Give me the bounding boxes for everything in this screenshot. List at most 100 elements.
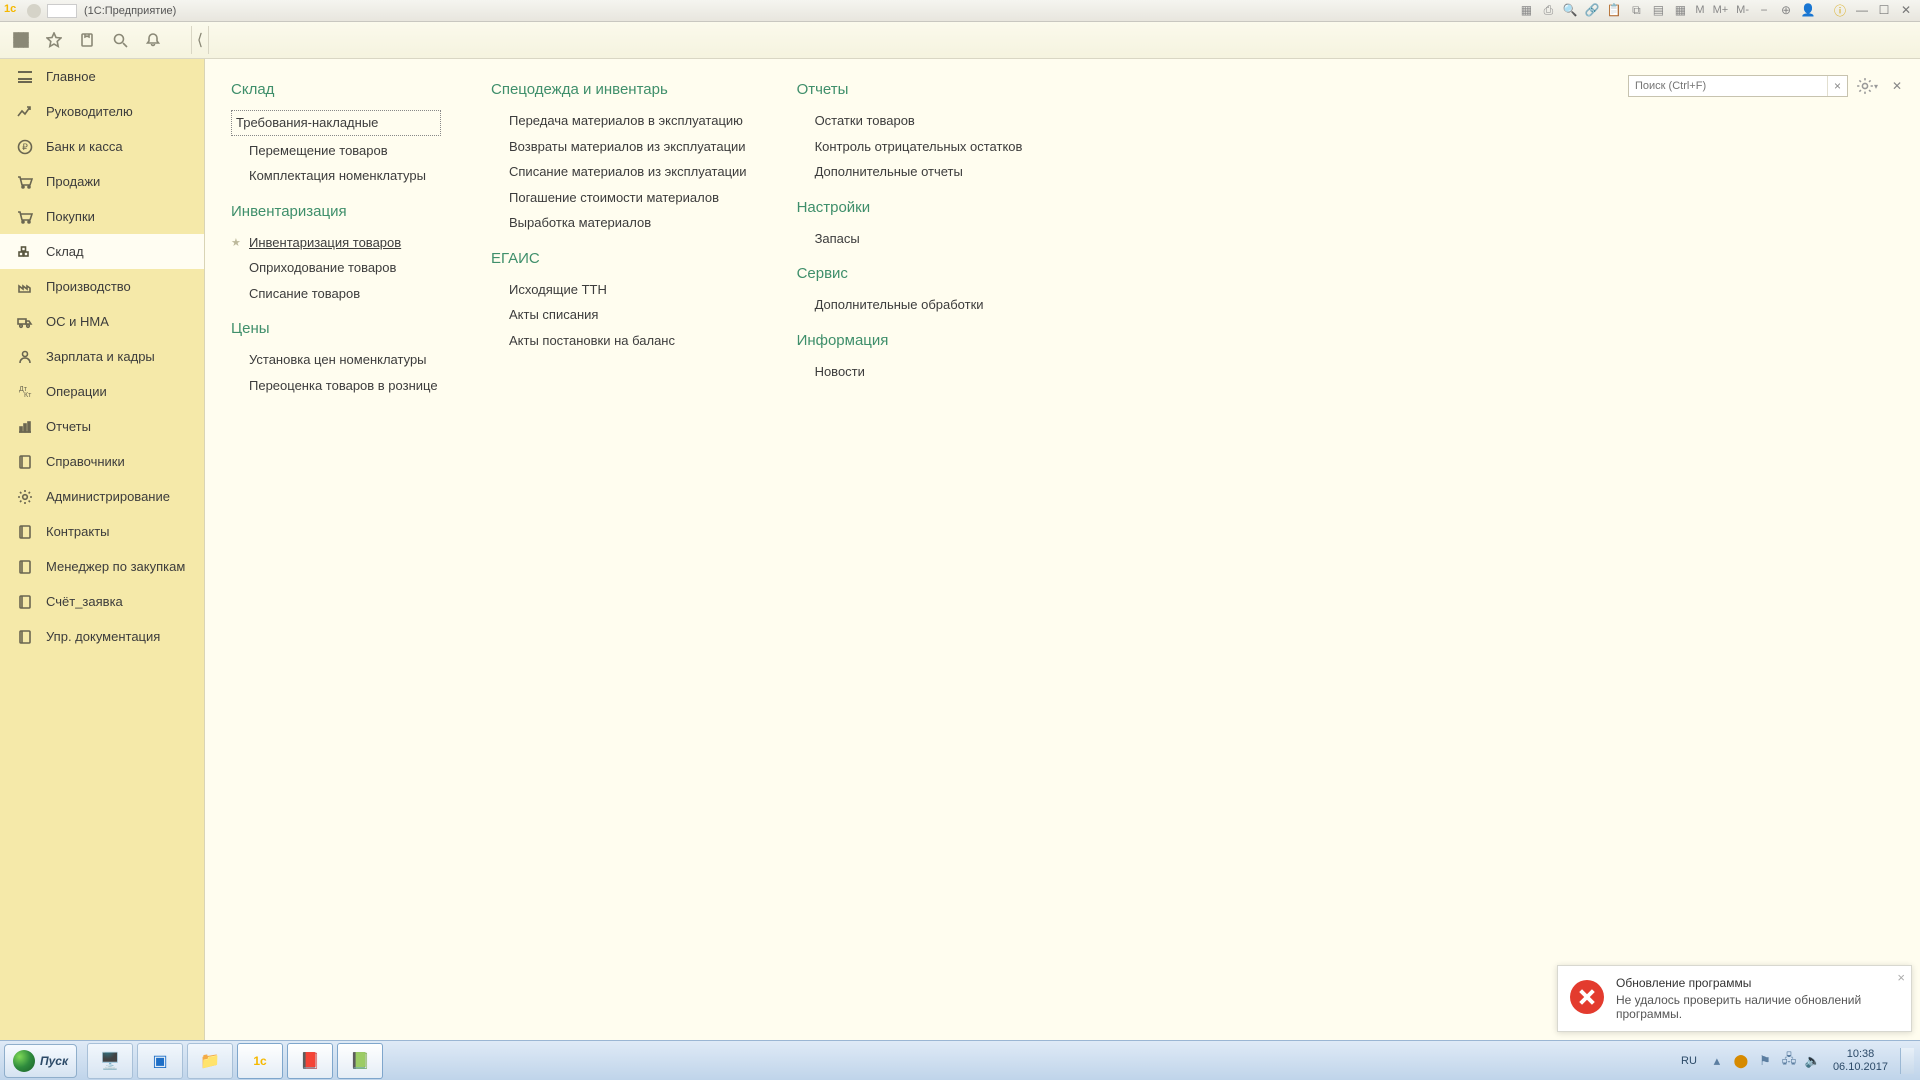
- nav-link[interactable]: Остатки товаров: [797, 108, 1023, 134]
- history-icon[interactable]: [72, 26, 102, 54]
- nav-link[interactable]: Погашение стоимости материалов: [491, 185, 747, 211]
- search-main-icon[interactable]: [105, 26, 135, 54]
- section-title[interactable]: Склад: [231, 81, 441, 98]
- grid-icon[interactable]: ▦: [1518, 2, 1534, 18]
- minimize-icon[interactable]: —: [1854, 2, 1870, 18]
- nav-link[interactable]: Исходящие ТТН: [491, 277, 747, 303]
- task-explorer[interactable]: 📁: [187, 1043, 233, 1079]
- nav-link[interactable]: Новости: [797, 359, 1023, 385]
- system-tray: RU ▴ ⬤ ⚑ 🖧 🔈 10:38 06.10.2017: [1677, 1041, 1914, 1080]
- titlebar-blank: [47, 4, 77, 18]
- clipboard-icon[interactable]: 📋: [1606, 2, 1622, 18]
- sidebar-item-1[interactable]: Руководителю: [0, 94, 204, 129]
- sidebar-item-5[interactable]: Склад: [0, 234, 204, 269]
- task-powershell[interactable]: ▣: [137, 1043, 183, 1079]
- nav-link[interactable]: Требования-накладные: [231, 110, 441, 136]
- copy-icon[interactable]: ⧉: [1628, 2, 1644, 18]
- mminus-label[interactable]: M-: [1735, 2, 1750, 18]
- maximize-icon[interactable]: ☐: [1876, 2, 1892, 18]
- nav-link[interactable]: Комплектация номенклатуры: [231, 163, 441, 189]
- nav-link[interactable]: Дополнительные отчеты: [797, 159, 1023, 185]
- nav-link[interactable]: Оприходование товаров: [231, 255, 441, 281]
- nav-link[interactable]: ★Инвентаризация товаров: [231, 230, 441, 256]
- info-icon[interactable]: ⓘ: [1832, 2, 1848, 18]
- tray-network-icon[interactable]: 🖧: [1781, 1053, 1797, 1069]
- search-icon[interactable]: 🔍: [1562, 2, 1578, 18]
- tray-sound-icon[interactable]: 🔈: [1805, 1053, 1821, 1069]
- nav-link[interactable]: Контроль отрицательных остатков: [797, 134, 1023, 160]
- lang-indicator[interactable]: RU: [1677, 1052, 1701, 1070]
- nav-link[interactable]: Установка цен номенклатуры: [231, 347, 441, 373]
- sidebar-item-6[interactable]: Производство: [0, 269, 204, 304]
- nav-link[interactable]: Дополнительные обработки: [797, 292, 1023, 318]
- nav-link[interactable]: Выработка материалов: [491, 210, 747, 236]
- nav-link[interactable]: Передача материалов в эксплуатацию: [491, 108, 747, 134]
- tray-clock[interactable]: 10:38 06.10.2017: [1833, 1048, 1888, 1074]
- sidebar-item-13[interactable]: Контракты: [0, 514, 204, 549]
- sidebar-item-8[interactable]: Зарплата и кадры: [0, 339, 204, 374]
- sidebar-item-15[interactable]: Счёт_заявка: [0, 584, 204, 619]
- menu-icon: [16, 68, 34, 86]
- user-icon[interactable]: 👤: [1800, 2, 1816, 18]
- section-title[interactable]: Сервис: [797, 265, 1023, 282]
- task-excel[interactable]: 📗: [337, 1043, 383, 1079]
- nav-link[interactable]: Списание товаров: [231, 281, 441, 307]
- section-title[interactable]: Спецодежда и инвентарь: [491, 81, 747, 98]
- tray-up-icon[interactable]: ▴: [1709, 1053, 1725, 1069]
- sidebar-item-10[interactable]: Отчеты: [0, 409, 204, 444]
- titlebar-dropdown-icon[interactable]: [27, 4, 41, 18]
- favorite-icon[interactable]: [39, 26, 69, 54]
- sidebar-item-11[interactable]: Справочники: [0, 444, 204, 479]
- print-icon[interactable]: ⎙: [1540, 2, 1556, 18]
- section-title[interactable]: Настройки: [797, 199, 1023, 216]
- sidebar-item-14[interactable]: Менеджер по закупкам: [0, 549, 204, 584]
- task-pdf[interactable]: 📕: [287, 1043, 333, 1079]
- svg-text:₽: ₽: [22, 142, 28, 152]
- sidebar-item-16[interactable]: Упр. документация: [0, 619, 204, 654]
- sidebar-item-3[interactable]: Продажи: [0, 164, 204, 199]
- sidebar-item-0[interactable]: Главное: [0, 59, 204, 94]
- nav-link[interactable]: Акты списания: [491, 302, 747, 328]
- close-window-icon[interactable]: ✕: [1898, 2, 1914, 18]
- section-title[interactable]: Цены: [231, 320, 441, 337]
- nav-link[interactable]: Списание материалов из эксплуатации: [491, 159, 747, 185]
- sidebar-item-9[interactable]: ДтКт Операции: [0, 374, 204, 409]
- search-clear-icon[interactable]: ×: [1827, 76, 1847, 96]
- sections-icon[interactable]: [6, 26, 36, 54]
- nav-link[interactable]: Акты постановки на баланс: [491, 328, 747, 354]
- close-panel-icon[interactable]: ✕: [1886, 75, 1908, 97]
- tray-shield-icon[interactable]: ⬤: [1733, 1053, 1749, 1069]
- section-title[interactable]: Инвентаризация: [231, 203, 441, 220]
- sidebar-item-12[interactable]: Администрирование: [0, 479, 204, 514]
- sidebar-item-label: ОС и НМА: [46, 314, 109, 329]
- calendar-icon[interactable]: ▦: [1672, 2, 1688, 18]
- toast-close-icon[interactable]: ×: [1897, 970, 1905, 985]
- bell-icon[interactable]: [138, 26, 168, 54]
- start-button[interactable]: Пуск: [4, 1044, 77, 1078]
- task-1c[interactable]: 1c: [237, 1043, 283, 1079]
- pin-icon[interactable]: ⟨: [191, 26, 209, 54]
- m-label[interactable]: M: [1694, 2, 1705, 18]
- sidebar-item-2[interactable]: ₽Банк и касса: [0, 129, 204, 164]
- zoom-in-icon[interactable]: ⊕: [1778, 2, 1794, 18]
- section-title[interactable]: ЕГАИС: [491, 250, 747, 267]
- sidebar-item-4[interactable]: Покупки: [0, 199, 204, 234]
- nav-link[interactable]: Переоценка товаров в рознице: [231, 373, 441, 399]
- nav-link[interactable]: Перемещение товаров: [231, 138, 441, 164]
- show-desktop[interactable]: [1900, 1048, 1914, 1074]
- tray-flag-icon[interactable]: ⚑: [1757, 1053, 1773, 1069]
- ops-icon: ДтКт: [16, 383, 34, 401]
- zoom-out-icon[interactable]: −: [1756, 2, 1772, 18]
- mplus-label[interactable]: M+: [1712, 2, 1730, 18]
- nav-link[interactable]: Запасы: [797, 226, 1023, 252]
- section-title[interactable]: Отчеты: [797, 81, 1023, 98]
- nav-link[interactable]: Возвраты материалов из эксплуатации: [491, 134, 747, 160]
- task-rdp[interactable]: 🖥️: [87, 1043, 133, 1079]
- sidebar-item-7[interactable]: ОС и НМА: [0, 304, 204, 339]
- calc-icon[interactable]: ▤: [1650, 2, 1666, 18]
- search-input[interactable]: [1629, 80, 1827, 92]
- settings-gear-icon[interactable]: ▾: [1856, 75, 1878, 97]
- section-title[interactable]: Информация: [797, 332, 1023, 349]
- link-icon[interactable]: 🔗: [1584, 2, 1600, 18]
- sidebar-item-label: Операции: [46, 384, 107, 399]
